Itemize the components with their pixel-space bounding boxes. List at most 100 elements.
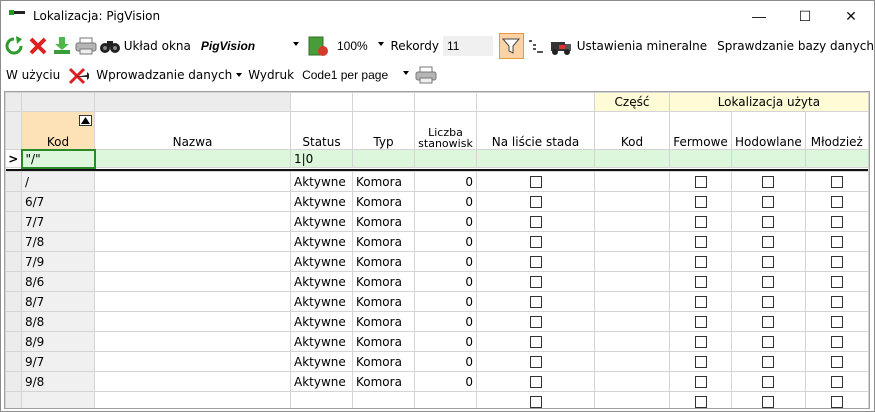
cell-status[interactable]: Aktywne [290, 251, 353, 272]
checkbox[interactable] [762, 316, 775, 328]
cell-czesc-kod[interactable] [594, 171, 670, 192]
col-header-liczba[interactable]: Liczba stanowisk [414, 111, 477, 150]
row-header[interactable] [5, 171, 22, 192]
cell-nazwa[interactable] [94, 271, 291, 292]
in-use-label[interactable]: W użyciu [6, 68, 60, 82]
checkbox[interactable] [830, 316, 843, 328]
filter-mlodziez-input[interactable] [804, 149, 869, 168]
row-header[interactable] [5, 231, 22, 252]
row-header[interactable] [5, 271, 22, 292]
table-row[interactable]: 7/8 Aktywne Komora 0 [5, 231, 869, 252]
row-header[interactable] [5, 311, 22, 332]
cell-status[interactable]: Aktywne [290, 211, 353, 232]
table-row[interactable]: 9/7 Aktywne Komora 0 [5, 351, 869, 372]
checkbox[interactable] [762, 296, 775, 308]
checkbox[interactable] [694, 176, 707, 188]
cell-czesc-kod[interactable] [594, 211, 670, 232]
cell-status[interactable]: Aktywne [290, 311, 353, 332]
filter-kod-input[interactable]: "/" [20, 148, 96, 169]
cell-liczba[interactable]: 0 [414, 171, 477, 192]
cell-nazwa[interactable] [94, 231, 291, 252]
cell-nazwa[interactable] [94, 291, 291, 312]
cell-kod[interactable]: 7/8 [21, 231, 95, 252]
cell-typ[interactable]: Komora [352, 331, 415, 352]
checkbox[interactable] [529, 296, 542, 308]
table-row[interactable]: 9/8 Aktywne Komora 0 [5, 371, 869, 392]
in-use-filter-icon[interactable] [66, 63, 90, 87]
checkbox[interactable] [529, 316, 542, 328]
cell-liczba[interactable]: 0 [414, 311, 477, 332]
checkbox[interactable] [694, 316, 707, 328]
cell-nazwa[interactable] [94, 171, 291, 192]
filter-status-input[interactable]: 1|0 [290, 149, 353, 168]
cell-nazwa[interactable] [94, 351, 291, 372]
filter-nazwa-input[interactable] [94, 149, 291, 168]
row-header[interactable] [5, 351, 22, 372]
checkbox[interactable] [529, 276, 542, 288]
cell-kod[interactable]: 7/7 [21, 211, 95, 232]
cell-czesc-kod[interactable] [594, 311, 670, 332]
checkbox[interactable] [694, 256, 707, 268]
checkbox[interactable] [762, 376, 775, 388]
checkbox[interactable] [529, 256, 542, 268]
checkbox[interactable] [762, 396, 775, 408]
checkbox[interactable] [529, 196, 542, 208]
print-icon[interactable] [414, 63, 438, 87]
filter-liczba-input[interactable] [414, 149, 477, 168]
checkbox[interactable] [762, 356, 775, 368]
checkbox[interactable] [762, 196, 775, 208]
cell-typ[interactable]: Komora [352, 351, 415, 372]
checkbox[interactable] [762, 276, 775, 288]
checkbox[interactable] [762, 256, 775, 268]
row-header[interactable] [5, 291, 22, 312]
cell-status[interactable]: Aktywne [290, 191, 353, 212]
table-row[interactable]: 8/9 Aktywne Komora 0 [5, 331, 869, 352]
col-header-hodowlane[interactable]: Hodowlane [731, 111, 806, 150]
print-template-select[interactable]: Code1 per page [298, 64, 413, 86]
table-row[interactable]: 6/7 Aktywne Komora 0 [5, 191, 869, 212]
checkbox[interactable] [762, 176, 775, 188]
col-header-mlodziez[interactable]: Młodzież [804, 111, 869, 150]
layout-settings-icon[interactable] [306, 34, 329, 58]
checkbox[interactable] [762, 236, 775, 248]
checkbox[interactable] [529, 396, 542, 408]
cell-nazwa[interactable] [94, 331, 291, 352]
checkbox[interactable] [830, 396, 843, 408]
cell-typ[interactable]: Komora [352, 171, 415, 192]
cell-nazwa[interactable] [94, 251, 291, 272]
table-row[interactable]: 8/7 Aktywne Komora 0 [5, 291, 869, 312]
cell-czesc-kod[interactable] [594, 291, 670, 312]
cell-status[interactable]: Aktywne [290, 331, 353, 352]
cell-status[interactable]: Aktywne [290, 231, 353, 252]
cell-czesc-kod[interactable] [594, 371, 670, 392]
checkbox[interactable] [694, 356, 707, 368]
cell-nazwa[interactable] [94, 191, 291, 212]
cell-typ[interactable]: Komora [352, 271, 415, 292]
cell-status[interactable]: Aktywne [290, 291, 353, 312]
checkbox[interactable] [694, 196, 707, 208]
col-header-fermowe[interactable]: Fermowe [669, 111, 732, 150]
cell-typ[interactable]: Komora [352, 191, 415, 212]
tree-list-icon[interactable] [525, 34, 548, 58]
checkbox[interactable] [762, 336, 775, 348]
checkbox[interactable] [529, 376, 542, 388]
checkbox[interactable] [830, 356, 843, 368]
filter-fermowe-input[interactable] [669, 149, 732, 168]
new-record-row[interactable] [5, 391, 869, 408]
checkbox[interactable] [830, 236, 843, 248]
cell-nazwa[interactable] [94, 311, 291, 332]
printer-icon[interactable] [75, 34, 98, 58]
cell-liczba[interactable]: 0 [414, 371, 477, 392]
checkbox[interactable] [529, 216, 542, 228]
cell-typ[interactable]: Komora [352, 291, 415, 312]
cell-kod[interactable]: / [21, 171, 95, 192]
row-header[interactable] [5, 371, 22, 392]
checkbox[interactable] [694, 216, 707, 228]
cell-kod[interactable]: 8/6 [21, 271, 95, 292]
truck-icon[interactable] [549, 34, 573, 58]
checkbox[interactable] [830, 176, 843, 188]
minimize-button[interactable]: — [736, 1, 782, 31]
checkbox[interactable] [830, 216, 843, 228]
checkbox[interactable] [694, 376, 707, 388]
cell-status[interactable]: Aktywne [290, 371, 353, 392]
